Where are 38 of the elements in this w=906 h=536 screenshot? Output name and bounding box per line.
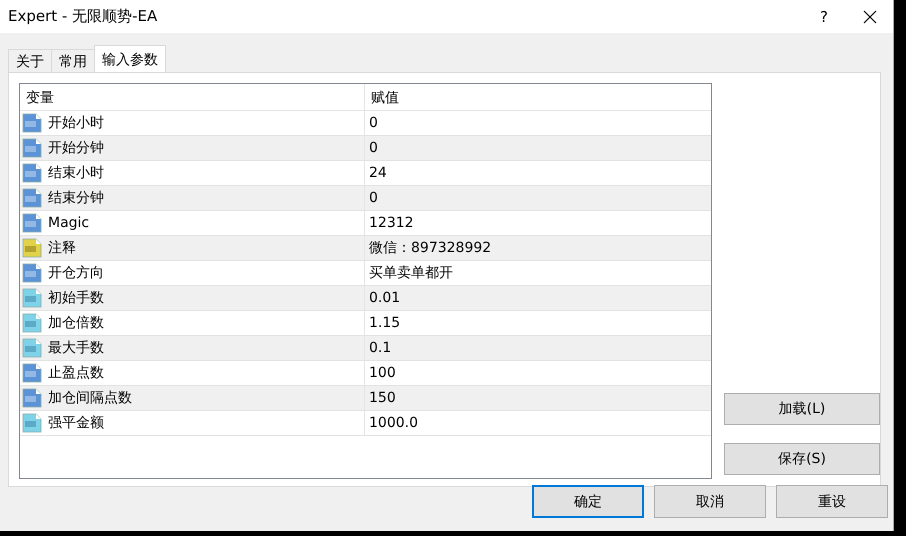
value-cell[interactable]: 0 (365, 186, 711, 210)
value-cell[interactable]: 微信：897328992 (365, 236, 711, 260)
variable-name: 加仓间隔点数 (48, 389, 132, 407)
value-cell[interactable]: 1000.0 (365, 411, 711, 435)
variable-name: 开始小时 (48, 114, 104, 132)
variable-name: 加仓倍数 (48, 314, 104, 332)
window-title: Expert - 无限顺势-EA (8, 7, 158, 26)
column-header[interactable]: 赋值 (365, 84, 711, 110)
variable-name: 结束分钟 (48, 189, 104, 207)
column-header[interactable]: 变量 (20, 84, 365, 110)
value-cell[interactable]: 0 (365, 111, 711, 135)
variable-name: 注释 (48, 239, 76, 257)
tab[interactable]: 输入参数 (94, 45, 166, 72)
dialog-button[interactable]: 确定 (532, 485, 644, 518)
close-icon[interactable] (863, 10, 877, 24)
value-cell[interactable]: 150 (365, 386, 711, 410)
value-cell[interactable]: 0 (365, 136, 711, 160)
tab[interactable]: 关于 (8, 49, 52, 72)
value-cell[interactable]: 24 (365, 161, 711, 185)
variable-name: Magic (48, 215, 90, 231)
variable-name: 初始手数 (48, 289, 104, 307)
value-cell[interactable]: 0.01 (365, 286, 711, 310)
value-cell[interactable]: 0.1 (365, 336, 711, 360)
variable-name: 最大手数 (48, 339, 104, 357)
value-cell[interactable]: 1.15 (365, 311, 711, 335)
variable-name: 止盈点数 (48, 364, 104, 382)
side-button[interactable]: 加载(L) (724, 393, 880, 425)
value-cell[interactable]: 买单卖单都开 (365, 261, 711, 285)
variable-name: 开始分钟 (48, 139, 104, 157)
variable-name: 开仓方向 (48, 264, 104, 282)
dialog-button[interactable]: 取消 (654, 485, 766, 518)
value-cell[interactable]: 100 (365, 361, 711, 385)
side-button[interactable]: 保存(S) (724, 443, 880, 475)
variable-name: 强平金额 (48, 414, 104, 432)
dialog-button[interactable]: 重设 (776, 485, 888, 518)
help-button[interactable]: ? (801, 8, 847, 26)
value-cell[interactable]: 12312 (365, 211, 711, 235)
variable-name: 结束小时 (48, 164, 104, 182)
